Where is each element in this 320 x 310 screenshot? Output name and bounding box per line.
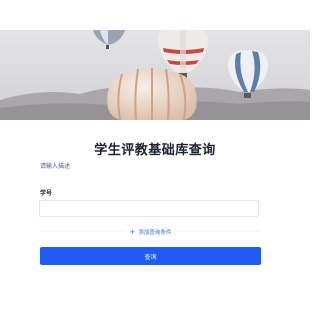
query-button[interactable]: 查询 [40,247,261,265]
page-title: 学生评教基础库查询 [94,143,216,158]
plus-icon: + [129,228,136,236]
student-id-input[interactable] [39,200,259,217]
add-condition-button[interactable]: + 添加查询条件 [125,225,176,240]
add-condition-row: + 添加查询条件 [40,225,261,240]
student-id-label: 学号 [40,190,53,197]
add-condition-label: 添加查询条件 [138,230,172,236]
banner-image [0,30,310,120]
page-description: 请输入描述 [40,163,71,170]
